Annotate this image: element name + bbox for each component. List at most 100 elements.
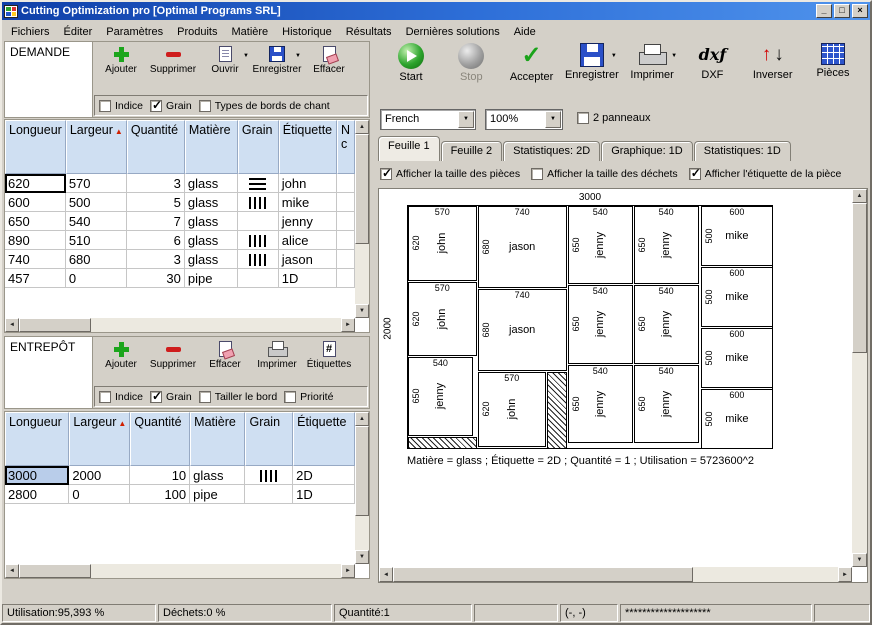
table-cell[interactable] bbox=[245, 466, 293, 485]
piece-jenny[interactable]: 540650jenny bbox=[568, 285, 633, 363]
table-cell[interactable]: 620 bbox=[5, 174, 66, 193]
table-cell[interactable]: pipe bbox=[190, 485, 245, 504]
scrollbar-track[interactable] bbox=[355, 426, 369, 550]
checkbox-icon[interactable] bbox=[150, 100, 162, 112]
etiquettes-button[interactable]: #Étiquettes bbox=[303, 340, 355, 370]
table-cell[interactable] bbox=[238, 212, 279, 231]
ajouter-button[interactable]: Ajouter bbox=[95, 45, 147, 75]
imprimer-button[interactable]: Imprimer bbox=[251, 340, 303, 370]
table-cell[interactable] bbox=[337, 193, 355, 212]
language-select[interactable]: French ▼ bbox=[380, 109, 476, 130]
dropdown-arrow-icon[interactable]: ▼ bbox=[671, 53, 677, 59]
table-cell[interactable]: 890 bbox=[5, 231, 66, 250]
demande-horizontal-scrollbar[interactable]: ◄ ► bbox=[5, 318, 355, 332]
table-cell[interactable]: 2000 bbox=[69, 466, 130, 485]
scrollbar-thumb[interactable] bbox=[852, 203, 867, 353]
table-cell[interactable]: 2D bbox=[293, 466, 355, 485]
ajouter-button[interactable]: Ajouter bbox=[95, 340, 147, 370]
inverser-button[interactable]: Inverser bbox=[744, 42, 802, 104]
menu-matiere[interactable]: Matière bbox=[224, 24, 275, 40]
menu-produits[interactable]: Produits bbox=[170, 24, 224, 40]
table-cell[interactable]: 457 bbox=[5, 269, 66, 288]
column-header-quantite[interactable]: Quantité bbox=[130, 412, 190, 466]
table-cell[interactable]: 650 bbox=[5, 212, 66, 231]
scrollbar-thumb[interactable] bbox=[19, 564, 91, 578]
chevron-down-icon[interactable]: ▼ bbox=[458, 111, 474, 128]
effacer-button[interactable]: Effacer bbox=[199, 340, 251, 370]
column-header-grain[interactable]: Grain bbox=[245, 412, 293, 466]
checkbox-afficher-l-etiquette-de-la-piece[interactable]: Afficher l'étiquette de la pièce bbox=[689, 168, 842, 180]
table-cell[interactable]: 3000 bbox=[5, 466, 69, 485]
table-cell[interactable] bbox=[337, 250, 355, 269]
table-cell[interactable]: 100 bbox=[130, 485, 190, 504]
menu-dernieres-solutions[interactable]: Dernières solutions bbox=[399, 24, 507, 40]
table-cell[interactable]: glass bbox=[185, 212, 238, 231]
menu-fichiers[interactable]: Fichiers bbox=[4, 24, 57, 40]
scroll-right-icon[interactable]: ► bbox=[341, 564, 355, 578]
scrollbar-track[interactable] bbox=[393, 567, 838, 582]
table-cell[interactable]: 510 bbox=[66, 231, 127, 250]
table-cell[interactable]: jenny bbox=[279, 212, 337, 231]
checkbox-icon[interactable] bbox=[99, 100, 111, 112]
table-cell[interactable]: 2800 bbox=[5, 485, 69, 504]
table-cell[interactable] bbox=[238, 174, 279, 193]
scroll-left-icon[interactable]: ◄ bbox=[379, 567, 393, 582]
scroll-down-icon[interactable]: ▼ bbox=[355, 550, 369, 564]
scroll-left-icon[interactable]: ◄ bbox=[5, 318, 19, 332]
checkbox-afficher-la-taille-des-dechets[interactable]: Afficher la taille des déchets bbox=[531, 168, 678, 180]
table-cell[interactable]: 10 bbox=[130, 466, 190, 485]
chevron-down-icon[interactable]: ▼ bbox=[545, 111, 561, 128]
imprimer-button[interactable]: ▼Imprimer bbox=[623, 42, 681, 104]
table-cell[interactable]: glass bbox=[185, 174, 238, 193]
column-header-longueur[interactable]: Longueur bbox=[5, 412, 69, 466]
scrollbar-track[interactable] bbox=[355, 134, 369, 304]
piece-jenny[interactable]: 540650jenny bbox=[634, 206, 699, 284]
checkbox-icon[interactable] bbox=[99, 391, 111, 403]
menu-editer[interactable]: Éditer bbox=[57, 24, 100, 40]
piece-jenny[interactable]: 540650jenny bbox=[568, 206, 633, 284]
table-cell[interactable]: mike bbox=[279, 193, 337, 212]
table-cell[interactable]: jason bbox=[279, 250, 337, 269]
table-cell[interactable]: glass bbox=[190, 466, 245, 485]
checkbox-types-de-bords-de-chant[interactable]: Types de bords de chant bbox=[199, 100, 330, 112]
table-cell[interactable] bbox=[238, 250, 279, 269]
piece-jason[interactable]: 740680jason bbox=[478, 206, 567, 288]
dropdown-arrow-icon[interactable]: ▼ bbox=[243, 53, 249, 59]
table-cell[interactable]: glass bbox=[185, 231, 238, 250]
checkbox-grain[interactable]: Grain bbox=[150, 100, 192, 112]
table-cell[interactable]: 680 bbox=[66, 250, 127, 269]
table-cell[interactable]: 500 bbox=[66, 193, 127, 212]
table-cell[interactable]: alice bbox=[279, 231, 337, 250]
table-cell[interactable] bbox=[337, 212, 355, 231]
menu-aide[interactable]: Aide bbox=[507, 24, 543, 40]
scrollbar-track[interactable] bbox=[19, 564, 341, 578]
tab-statistiques-1d[interactable]: Statistiques: 1D bbox=[694, 141, 791, 161]
table-cell[interactable]: 1D bbox=[293, 485, 355, 504]
scrollbar-track[interactable] bbox=[852, 203, 867, 553]
entrepot-vertical-scrollbar[interactable]: ▲ ▼ bbox=[355, 412, 369, 564]
table-cell[interactable]: 30 bbox=[127, 269, 185, 288]
piece-mike[interactable]: 600500mike bbox=[701, 328, 773, 388]
menu-parametres[interactable]: Paramètres bbox=[99, 24, 170, 40]
checkbox-icon[interactable] bbox=[199, 391, 211, 403]
table-cell[interactable]: 0 bbox=[69, 485, 130, 504]
column-header-matiere[interactable]: Matière bbox=[185, 120, 238, 174]
scroll-right-icon[interactable]: ► bbox=[838, 567, 852, 582]
checkbox-afficher-la-taille-des-pieces[interactable]: Afficher la taille des pièces bbox=[380, 168, 520, 180]
column-header-matiere[interactable]: Matière bbox=[190, 412, 245, 466]
scroll-up-icon[interactable]: ▲ bbox=[852, 189, 867, 203]
scroll-down-icon[interactable]: ▼ bbox=[355, 304, 369, 318]
table-cell[interactable]: 0 bbox=[66, 269, 127, 288]
diagram-vertical-scrollbar[interactable]: ▲ ▼ bbox=[852, 189, 867, 567]
checkbox-indice[interactable]: Indice bbox=[99, 100, 143, 112]
table-cell[interactable] bbox=[337, 174, 355, 193]
minimize-button[interactable]: _ bbox=[816, 4, 832, 18]
checkbox-tailler-le-bord[interactable]: Tailler le bord bbox=[199, 391, 277, 403]
start-button[interactable]: Start bbox=[382, 42, 440, 104]
tab-feuille-1[interactable]: Feuille 1 bbox=[378, 136, 440, 161]
piece-john[interactable]: 570620john bbox=[478, 372, 547, 447]
table-cell[interactable] bbox=[337, 269, 355, 288]
supprimer-button[interactable]: Supprimer bbox=[147, 45, 199, 75]
scroll-up-icon[interactable]: ▲ bbox=[355, 412, 369, 426]
scrollbar-thumb[interactable] bbox=[355, 134, 369, 244]
